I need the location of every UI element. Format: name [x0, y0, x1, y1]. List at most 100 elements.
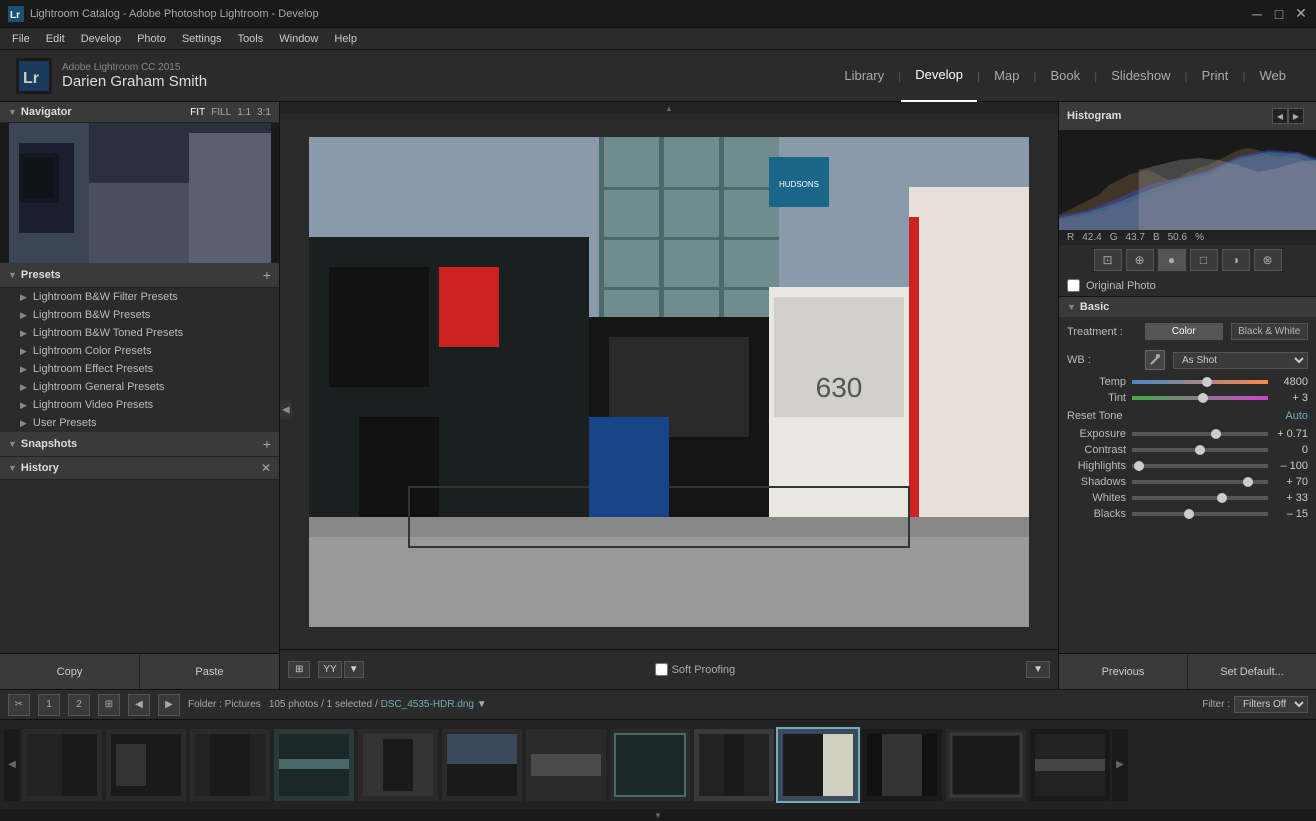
menu-photo[interactable]: Photo: [129, 28, 174, 50]
preset-bw-filter[interactable]: ▶ Lightroom B&W Filter Presets: [0, 288, 279, 306]
filmstrip-scroll-right[interactable]: ▶: [1112, 729, 1128, 801]
film-thumb-11[interactable]: [862, 729, 942, 801]
film-page-1[interactable]: 1: [38, 694, 60, 716]
copy-button[interactable]: Copy: [0, 654, 140, 689]
film-thumb-10[interactable]: [778, 729, 858, 801]
previous-button[interactable]: Previous: [1059, 654, 1188, 689]
tint-slider[interactable]: [1132, 396, 1268, 400]
view-compare-button[interactable]: ◑: [1222, 249, 1250, 271]
blacks-slider[interactable]: [1132, 512, 1268, 516]
clip-shadows-button[interactable]: ◀: [1272, 108, 1288, 124]
snapshots-add-icon[interactable]: +: [263, 436, 271, 452]
film-thumb-13[interactable]: [1030, 729, 1110, 801]
film-thumb-8[interactable]: [610, 729, 690, 801]
view-grid-button[interactable]: ⊞: [288, 661, 310, 678]
filename-label[interactable]: DSC_4535-HDR.dng: [381, 699, 474, 710]
film-thumb-5[interactable]: [358, 729, 438, 801]
clip-highlights-button[interactable]: ▶: [1288, 108, 1304, 124]
menu-develop[interactable]: Develop: [73, 28, 129, 50]
soft-proofing-checkbox[interactable]: [655, 663, 668, 676]
menu-file[interactable]: File: [4, 28, 38, 50]
original-photo-checkbox[interactable]: [1067, 279, 1080, 292]
blacks-thumb[interactable]: [1184, 509, 1194, 519]
presets-add-icon[interactable]: +: [263, 267, 271, 283]
nav-3-1-button[interactable]: 3:1: [257, 107, 271, 118]
set-default-button[interactable]: Set Default...: [1188, 654, 1316, 689]
nav-web[interactable]: Web: [1246, 50, 1301, 102]
maximize-button[interactable]: □: [1272, 7, 1286, 21]
preset-bw[interactable]: ▶ Lightroom B&W Presets: [0, 306, 279, 324]
preset-user[interactable]: ▶ User Presets: [0, 414, 279, 432]
film-thumb-9[interactable]: [694, 729, 774, 801]
nav-print[interactable]: Print: [1188, 50, 1243, 102]
film-thumb-6[interactable]: [442, 729, 522, 801]
nav-1-1-button[interactable]: 1:1: [237, 107, 251, 118]
menu-help[interactable]: Help: [326, 28, 365, 50]
presets-header[interactable]: ▼ Presets +: [0, 263, 279, 288]
whites-slider[interactable]: [1132, 496, 1268, 500]
view-circle-button[interactable]: ●: [1158, 249, 1186, 271]
grid-view-button[interactable]: ⊞: [98, 694, 120, 716]
view-loupe-button[interactable]: ⊡: [1094, 249, 1122, 271]
view-before-after-button[interactable]: ⊕: [1126, 249, 1154, 271]
film-thumb-2[interactable]: [106, 729, 186, 801]
nav-develop[interactable]: Develop: [901, 50, 977, 102]
film-thumb-3[interactable]: [190, 729, 270, 801]
minimize-button[interactable]: ─: [1250, 7, 1264, 21]
film-thumb-12[interactable]: [946, 729, 1026, 801]
nav-fill-button[interactable]: FILL: [211, 107, 231, 118]
highlights-thumb[interactable]: [1134, 461, 1144, 471]
treatment-bw-button[interactable]: Black & White: [1231, 323, 1309, 340]
view-dropdown[interactable]: ▼: [344, 661, 364, 678]
image-view[interactable]: HUDSONS 630: [280, 114, 1058, 649]
film-page-2[interactable]: 2: [68, 694, 90, 716]
film-thumb-7[interactable]: [526, 729, 606, 801]
basic-section-header[interactable]: ▼ Basic: [1059, 297, 1316, 317]
preset-bw-toned[interactable]: ▶ Lightroom B&W Toned Presets: [0, 324, 279, 342]
close-button[interactable]: ✕: [1294, 7, 1308, 21]
menu-settings[interactable]: Settings: [174, 28, 230, 50]
navigator-header[interactable]: ▼ Navigator FIT FILL 1:1 3:1: [0, 102, 279, 123]
snapshots-header[interactable]: ▼ Snapshots +: [0, 432, 279, 457]
nav-book[interactable]: Book: [1036, 50, 1094, 102]
filmstrip-scroll-left[interactable]: ◀: [4, 729, 20, 801]
view-yy-button[interactable]: YY: [318, 661, 341, 678]
view-settings-button[interactable]: ⊗: [1254, 249, 1282, 271]
view-rect-button[interactable]: □: [1190, 249, 1218, 271]
shadows-thumb[interactable]: [1243, 477, 1253, 487]
filename-dropdown[interactable]: ▼: [477, 699, 487, 710]
highlights-slider[interactable]: [1132, 464, 1268, 468]
whites-thumb[interactable]: [1217, 493, 1227, 503]
history-header[interactable]: ▼ History ✕: [0, 457, 279, 480]
contrast-thumb[interactable]: [1195, 445, 1205, 455]
menu-edit[interactable]: Edit: [38, 28, 73, 50]
tool-crop-icon[interactable]: ✂: [8, 694, 30, 716]
preset-effect[interactable]: ▶ Lightroom Effect Presets: [0, 360, 279, 378]
preset-color[interactable]: ▶ Lightroom Color Presets: [0, 342, 279, 360]
wb-eyedropper-icon[interactable]: [1145, 350, 1165, 370]
temp-thumb[interactable]: [1202, 377, 1212, 387]
navigator-preview[interactable]: [0, 123, 279, 263]
scroll-up-arrow[interactable]: ▲: [280, 102, 1058, 114]
scroll-down-arrow[interactable]: ▼: [0, 809, 1316, 821]
nav-slideshow[interactable]: Slideshow: [1097, 50, 1184, 102]
contrast-slider[interactable]: [1132, 448, 1268, 452]
nav-fit-button[interactable]: FIT: [190, 107, 205, 118]
preset-general[interactable]: ▶ Lightroom General Presets: [0, 378, 279, 396]
exposure-thumb[interactable]: [1211, 429, 1221, 439]
auto-tone-button[interactable]: Auto: [1285, 410, 1308, 422]
film-thumb-4[interactable]: [274, 729, 354, 801]
history-close-icon[interactable]: ✕: [261, 461, 271, 475]
preset-video[interactable]: ▶ Lightroom Video Presets: [0, 396, 279, 414]
film-thumb-1[interactable]: [22, 729, 102, 801]
shadows-slider[interactable]: [1132, 480, 1268, 484]
filter-select[interactable]: Filters Off Flagged Rated: [1234, 696, 1308, 713]
next-image-button[interactable]: ▶: [158, 694, 180, 716]
menu-window[interactable]: Window: [271, 28, 326, 50]
nav-library[interactable]: Library: [830, 50, 898, 102]
menu-tools[interactable]: Tools: [230, 28, 272, 50]
temp-slider[interactable]: [1132, 380, 1268, 384]
exposure-slider[interactable]: [1132, 432, 1268, 436]
toolbar-expand-button[interactable]: ▼: [1026, 661, 1050, 678]
wb-select[interactable]: As Shot Auto Daylight Cloudy Shade Custo…: [1173, 352, 1308, 369]
